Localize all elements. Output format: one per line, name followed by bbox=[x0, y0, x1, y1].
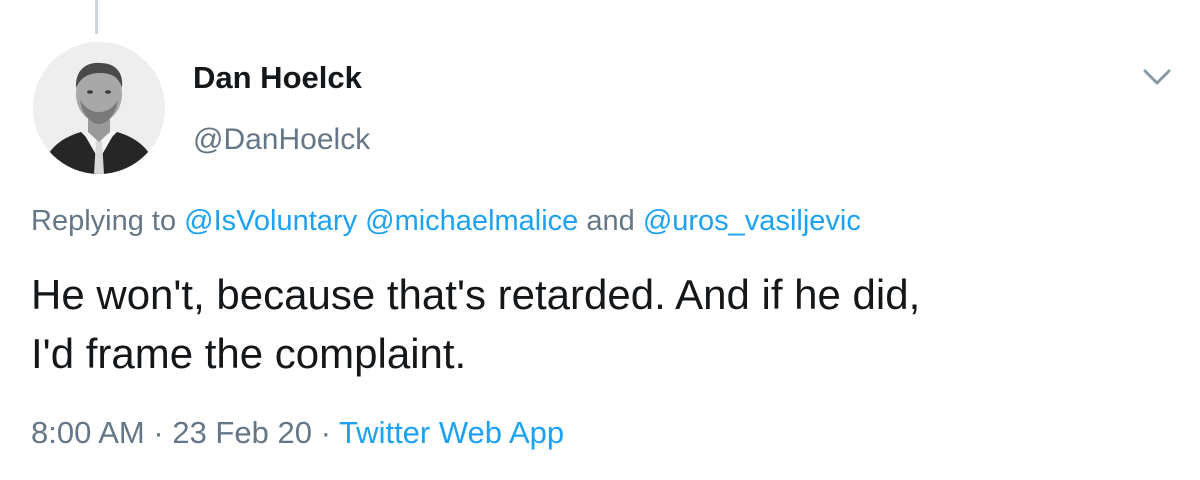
chevron-down-icon[interactable] bbox=[1140, 64, 1174, 90]
tweet-text-line: I'd frame the complaint. bbox=[31, 330, 467, 377]
mention-link[interactable]: @IsVoluntary bbox=[184, 205, 357, 237]
tweet-metadata: 8:00 AM · 23 Feb 20 · Twitter Web App bbox=[31, 415, 564, 451]
replying-to-line: Replying to @IsVoluntary @michaelmalice … bbox=[31, 205, 861, 238]
tweet-time[interactable]: 8:00 AM bbox=[31, 415, 145, 450]
mention-link[interactable]: @uros_vasiljevic bbox=[643, 205, 861, 237]
avatar[interactable] bbox=[33, 42, 165, 174]
mention-link[interactable]: @michaelmalice bbox=[365, 205, 578, 237]
tweet-text-line: He won't, because that's retarded. And i… bbox=[31, 271, 921, 318]
tweet-text: He won't, because that's retarded. And i… bbox=[31, 265, 1171, 383]
meta-separator: · bbox=[320, 415, 331, 450]
replying-to-conjunction: and bbox=[586, 205, 635, 237]
meta-separator: · bbox=[153, 415, 164, 450]
thread-connector-line bbox=[95, 0, 98, 34]
tweet-source-link[interactable]: Twitter Web App bbox=[339, 415, 564, 450]
tweet-date[interactable]: 23 Feb 20 bbox=[172, 415, 312, 450]
author-handle[interactable]: @DanHoelck bbox=[193, 123, 370, 157]
author-display-name[interactable]: Dan Hoelck bbox=[193, 60, 362, 96]
replying-to-label: Replying to bbox=[31, 205, 177, 237]
tweet-card: Dan Hoelck @DanHoelck Replying to @IsVol… bbox=[0, 0, 1200, 480]
avatar-image bbox=[33, 42, 165, 174]
